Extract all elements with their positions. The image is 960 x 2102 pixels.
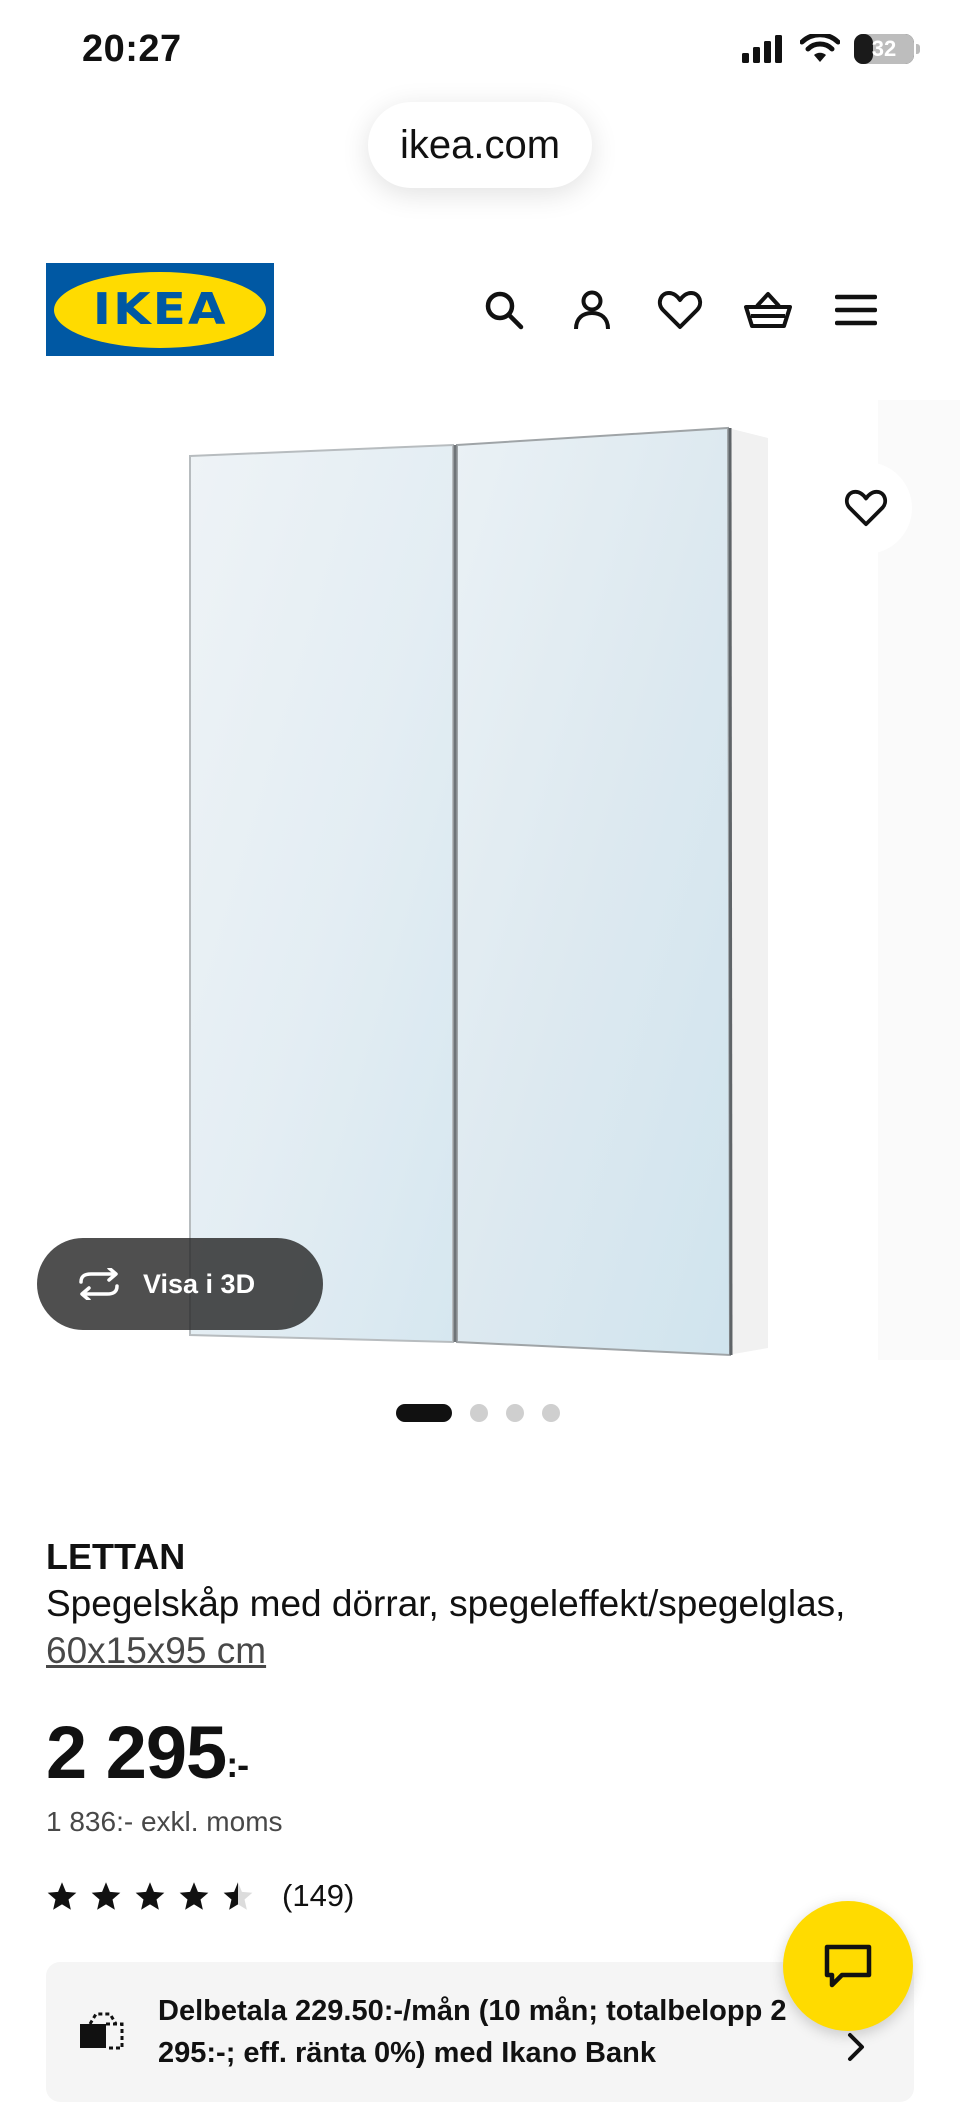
menu-icon <box>835 294 877 326</box>
rotate-3d-icon <box>79 1268 119 1300</box>
star-icon <box>47 1882 77 1910</box>
view-in-3d-label: Visa i 3D <box>143 1268 256 1299</box>
price-excl-vat: 1 836:- exkl. moms <box>46 1806 283 1837</box>
search-button[interactable] <box>460 268 548 352</box>
battery-indicator: 32 <box>854 34 920 64</box>
status-bar: 20:27 32 <box>0 0 960 100</box>
status-time: 20:27 <box>82 28 182 70</box>
product-rating[interactable]: (149) <box>46 1878 354 1914</box>
gallery-dot[interactable] <box>542 1404 560 1422</box>
product-size-link[interactable]: 60x15x95 cm <box>46 1630 266 1671</box>
heart-icon <box>657 291 703 329</box>
star-icon <box>179 1882 209 1910</box>
cart-button[interactable] <box>724 268 812 352</box>
star-icon <box>135 1882 165 1910</box>
price-value: 2 295 <box>46 1711 227 1794</box>
installment-banner[interactable]: Delbetala 229.50:-/mån (10 mån; totalbel… <box>46 1962 914 2102</box>
review-count: (149) <box>282 1878 355 1913</box>
rating-stars <box>46 1881 254 1911</box>
star-icon <box>91 1882 121 1910</box>
heart-icon <box>844 489 888 527</box>
product-price: 2 295:- <box>46 1710 249 1795</box>
add-to-favourites-button[interactable] <box>820 462 912 554</box>
gallery-dot[interactable] <box>506 1404 524 1422</box>
view-in-3d-button[interactable]: Visa i 3D <box>37 1238 323 1330</box>
product-description: Spegelskåp med dörrar, spegeleffekt/speg… <box>46 1580 926 1674</box>
signal-icon <box>742 35 782 63</box>
url-bar[interactable]: ikea.com <box>368 102 592 188</box>
installment-icon <box>80 2012 124 2050</box>
product-name: LETTAN <box>46 1536 186 1577</box>
gallery-dot[interactable] <box>470 1404 488 1422</box>
chat-icon <box>824 1944 872 1988</box>
product-type: Spegelskåp med dörrar, spegeleffekt/speg… <box>46 1583 846 1624</box>
search-icon <box>485 291 524 330</box>
gallery-dot[interactable] <box>396 1404 452 1422</box>
battery-level: 32 <box>871 36 897 61</box>
wifi-icon <box>800 34 840 62</box>
account-button[interactable] <box>548 268 636 352</box>
gallery-pagination <box>396 1404 560 1422</box>
half-star-icon <box>223 1882 253 1910</box>
installment-text: Delbetala 229.50:-/mån (10 mån; totalbel… <box>158 1995 787 2069</box>
price-suffix: :- <box>226 1744 249 1785</box>
menu-button[interactable] <box>812 268 900 352</box>
chevron-right-icon <box>848 2033 864 2061</box>
basket-icon <box>744 292 792 328</box>
logo-text: IKEA <box>92 284 228 335</box>
ikea-logo[interactable]: IKEA <box>46 263 274 356</box>
header-nav <box>460 268 900 352</box>
chat-button[interactable] <box>783 1901 913 2031</box>
user-icon <box>574 290 610 330</box>
status-icons: 32 <box>742 34 920 64</box>
favourites-button[interactable] <box>636 268 724 352</box>
